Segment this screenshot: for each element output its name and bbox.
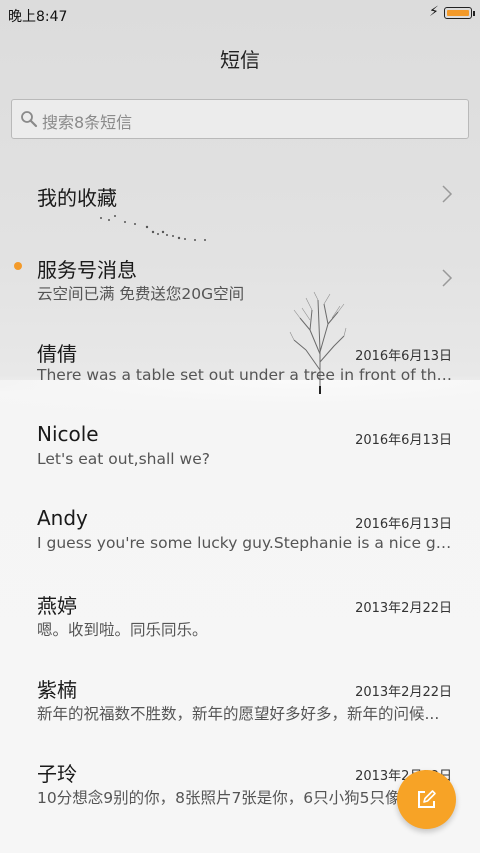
contact-name: 倩倩 <box>37 342 77 366</box>
message-snippet: I guess you're some lucky guy.Stephanie … <box>37 534 455 552</box>
message-snippet: 10分想念9别的你，8张照片7张是你，6只小狗5只像... <box>37 789 416 807</box>
conversation-item[interactable]: 燕婷 2013年2月22日 嗯。收到啦。同乐同乐。 <box>0 588 480 644</box>
chevron-right-icon <box>442 269 453 287</box>
message-date: 2013年2月22日 <box>355 685 452 700</box>
contact-name: Nicole <box>37 422 99 446</box>
message-date: 2013年2月22日 <box>355 601 452 616</box>
contact-name: 燕婷 <box>37 594 77 618</box>
contact-name: Andy <box>37 506 88 530</box>
folder-favorites[interactable]: 我的收藏 <box>0 170 480 218</box>
folder-snippet: 云空间已满 免费送您20G空间 <box>37 285 245 303</box>
folder-name: 我的收藏 <box>37 186 117 210</box>
conversation-item[interactable]: 倩倩 2016年6月13日 There was a table set out … <box>0 336 480 392</box>
message-date: 2016年6月13日 <box>355 349 452 364</box>
unread-dot <box>14 262 22 270</box>
contact-name: 子玲 <box>37 762 77 786</box>
message-snippet: 新年的祝福数不胜数，新年的愿望好多好多，新年的问候... <box>37 705 440 723</box>
search-input[interactable]: 搜索8条短信 <box>11 99 469 139</box>
conversation-item[interactable]: Nicole 2016年6月13日 Let's eat out,shall we… <box>0 420 480 476</box>
battery-icon <box>444 7 475 19</box>
compose-icon <box>418 790 436 808</box>
message-date: 2016年6月13日 <box>355 517 452 532</box>
message-snippet: 嗯。收到啦。同乐同乐。 <box>37 621 208 639</box>
status-time: 晚上8:47 <box>8 9 68 25</box>
conversation-item[interactable]: Andy 2016年6月13日 I guess you're some luck… <box>0 504 480 560</box>
conversation-item[interactable]: 紫楠 2013年2月22日 新年的祝福数不胜数，新年的愿望好多好多，新年的问候.… <box>0 672 480 728</box>
contact-name: 紫楠 <box>37 678 77 702</box>
message-snippet: Let's eat out,shall we? <box>37 450 210 468</box>
message-snippet: There was a table set out under a tree i… <box>37 366 455 384</box>
charging-icon: ⚡ <box>429 4 439 20</box>
page-title: 短信 <box>220 48 260 72</box>
folder-service-messages[interactable]: 服务号消息 云空间已满 免费送您20G空间 <box>0 250 480 306</box>
search-icon <box>21 111 38 128</box>
search-placeholder: 搜索8条短信 <box>42 113 133 132</box>
compose-button[interactable] <box>397 770 456 829</box>
message-date: 2016年6月13日 <box>355 433 452 448</box>
status-bar: 晚上8:47 ⚡ <box>0 0 480 28</box>
folder-name: 服务号消息 <box>37 258 137 282</box>
chevron-right-icon <box>442 185 453 203</box>
